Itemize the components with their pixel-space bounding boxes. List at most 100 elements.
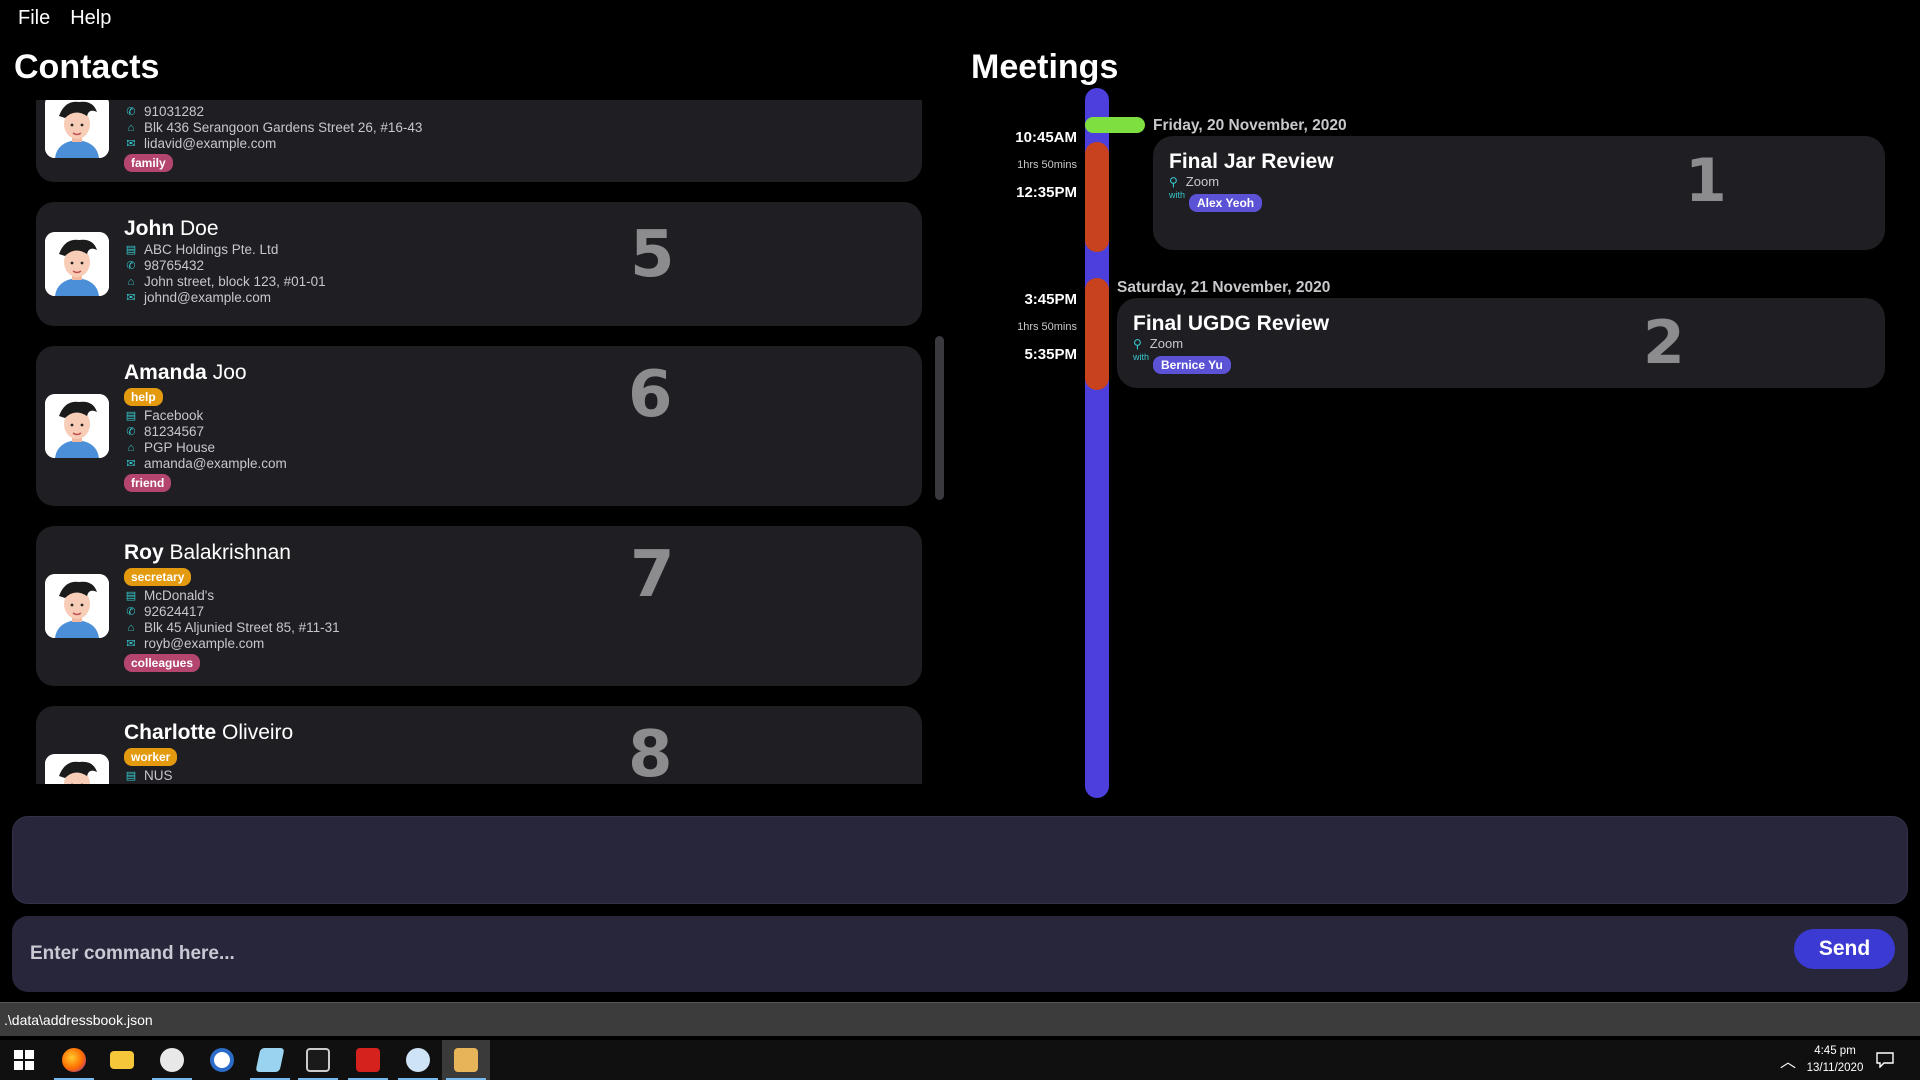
pdf-icon [356, 1048, 380, 1072]
contact-index: 7 [630, 538, 675, 612]
home-icon: ⌂ [127, 622, 135, 634]
meeting-with-label: with [1169, 190, 1186, 200]
taskbar: ︿ 4:45 pm 13/11/2020 [0, 1040, 1920, 1080]
timeline-meeting-segment [1085, 142, 1109, 252]
taskbar-app-paint[interactable] [148, 1040, 196, 1080]
contact-address: ⌂ John street, block 123, #01-01 [124, 274, 326, 290]
taskbar-firefox[interactable] [50, 1040, 98, 1080]
contact-company: ▤ ABC Holdings Pte. Ltd [125, 242, 279, 257]
paint-icon [160, 1048, 184, 1072]
contact-name: Amanda Joo [124, 361, 247, 384]
contact-phone: ✆ 81234567 [124, 424, 287, 440]
contact-email: ✉ johnd@example.com [124, 290, 326, 306]
command-box: Send [12, 916, 1908, 992]
meeting-start-time: 10:45AM [1015, 129, 1077, 146]
contact-role-tag: secretary [124, 568, 192, 586]
contacts-scrollbar[interactable] [935, 336, 944, 500]
contact-role-tag: help [124, 388, 163, 406]
meeting-duration: 1hrs 50mins [1017, 159, 1077, 171]
contact-address: ⌂ Blk 436 Serangoon Gardens Street 26, #1… [124, 120, 423, 136]
notification-icon [1876, 1052, 1894, 1068]
phone-icon: ✆ [126, 606, 136, 618]
contact-index: 5 [630, 218, 675, 292]
taskbar-app-notes[interactable] [246, 1040, 294, 1080]
tray-overflow-chevron[interactable]: ︿ [1780, 1040, 1796, 1080]
send-button[interactable]: Send [1794, 929, 1895, 969]
contact-name: Roy Balakrishnan [124, 541, 291, 564]
building-icon: ▤ [125, 244, 137, 256]
home-icon: ⌂ [127, 442, 135, 454]
phone-icon: ✆ [126, 426, 136, 438]
contact-card[interactable]: Charlotte Oliveiro worker ▤ NUS 8 [36, 706, 922, 784]
at-icon [210, 1048, 234, 1072]
clock-date: 13/11/2020 [1806, 1062, 1864, 1074]
meeting-participant-tag: Alex Yeoh [1189, 194, 1263, 212]
contact-phone: ✆ 98765432 [124, 258, 326, 274]
mail-icon: ✉ [126, 138, 136, 150]
contact-tag: friend [124, 474, 172, 492]
contact-name: John Doe [124, 217, 219, 240]
notification-center-button[interactable] [1876, 1040, 1894, 1080]
building-icon: ▤ [125, 410, 137, 422]
brush-icon [406, 1048, 430, 1072]
mail-icon: ✉ [126, 638, 136, 650]
contact-index: 8 [628, 718, 673, 784]
contact-address: ⌂ Blk 45 Aljunied Street 85, #11-31 [124, 620, 340, 636]
contact-card[interactable]: Roy Balakrishnan secretary ▤ McDonald's ✆… [36, 526, 922, 686]
location-pin-icon: ⚲ [1133, 336, 1142, 351]
contact-email: ✉ amanda@example.com [124, 456, 286, 472]
menu-file[interactable]: File [18, 7, 50, 30]
meeting-location: ⚲ Zoom [1133, 336, 1184, 351]
building-icon: ▤ [125, 770, 137, 782]
contact-tag: colleagues [124, 654, 201, 672]
meeting-with-label: with [1133, 352, 1150, 362]
contacts-list[interactable]: ✆ 91031282 ⌂ Blk 436 Serangoon Gardens Str… [36, 100, 924, 784]
folder-icon [110, 1051, 134, 1069]
taskbar-acrobat[interactable] [344, 1040, 392, 1080]
clock-time: 4:45 pm [1814, 1045, 1856, 1057]
taskbar-app-brush[interactable] [394, 1040, 442, 1080]
terminal-icon [306, 1048, 330, 1072]
meeting-duration: 1hrs 50mins [1017, 321, 1077, 333]
menu-bar: File Help [0, 0, 1920, 36]
meeting-location: ⚲ Zoom [1169, 174, 1220, 189]
contact-address: ⌂ PGP House [124, 440, 287, 456]
chevron-up-icon: ︿ [1780, 1054, 1797, 1071]
contact-phone: ✆ 92624417 [124, 604, 340, 620]
contacts-title: Contacts [14, 48, 160, 86]
contact-phone: ✆ 91031282 [124, 104, 422, 120]
contact-card[interactable]: ✆ 91031282 ⌂ Blk 436 Serangoon Gardens Str… [36, 100, 922, 182]
taskbar-explorer[interactable] [98, 1040, 146, 1080]
contact-card[interactable]: John Doe ▤ ABC Holdings Pte. Ltd ✆ 9876543… [36, 202, 922, 326]
command-input[interactable] [30, 934, 1770, 974]
taskbar-app-circle[interactable] [198, 1040, 246, 1080]
avatar [45, 394, 109, 458]
taskbar-clock[interactable]: 4:45 pm 13/11/2020 [1800, 1043, 1870, 1077]
status-bar: .\data\addressbook.json [0, 1002, 1920, 1036]
meeting-title: Final UGDG Review [1133, 312, 1330, 335]
meeting-card[interactable]: Final UGDG Review ⚲ Zoom with Bernice Yu … [1117, 298, 1885, 388]
menu-help[interactable]: Help [70, 7, 111, 30]
mail-icon: ✉ [126, 292, 136, 304]
firefox-icon [62, 1048, 86, 1072]
contact-company: ▤ Facebook [125, 408, 204, 423]
location-pin-icon: ⚲ [1169, 174, 1178, 189]
taskbar-terminal[interactable] [294, 1040, 342, 1080]
contact-company: ▤ NUS [125, 768, 173, 783]
meetings-title: Meetings [971, 48, 1119, 86]
meeting-card[interactable]: Final Jar Review ⚲ Zoom with Alex Yeoh 1 [1153, 136, 1885, 250]
meeting-index: 1 [1685, 146, 1727, 216]
contact-index: 6 [628, 358, 673, 432]
contact-tag: family [124, 154, 173, 172]
home-icon: ⌂ [127, 276, 135, 288]
taskbar-addressbook[interactable] [442, 1040, 490, 1080]
contact-card[interactable]: Amanda Joo help ▤ Facebook ✆ 81234567 ⌂ PGP… [36, 346, 922, 506]
start-button[interactable] [0, 1040, 48, 1080]
avatar [45, 232, 109, 296]
phone-icon: ✆ [126, 260, 136, 272]
meeting-participant-tag: Bernice Yu [1153, 356, 1231, 374]
addressbook-icon [454, 1048, 478, 1072]
avatar [45, 100, 109, 158]
notes-icon [255, 1048, 285, 1072]
contact-name: Charlotte Oliveiro [124, 721, 294, 744]
